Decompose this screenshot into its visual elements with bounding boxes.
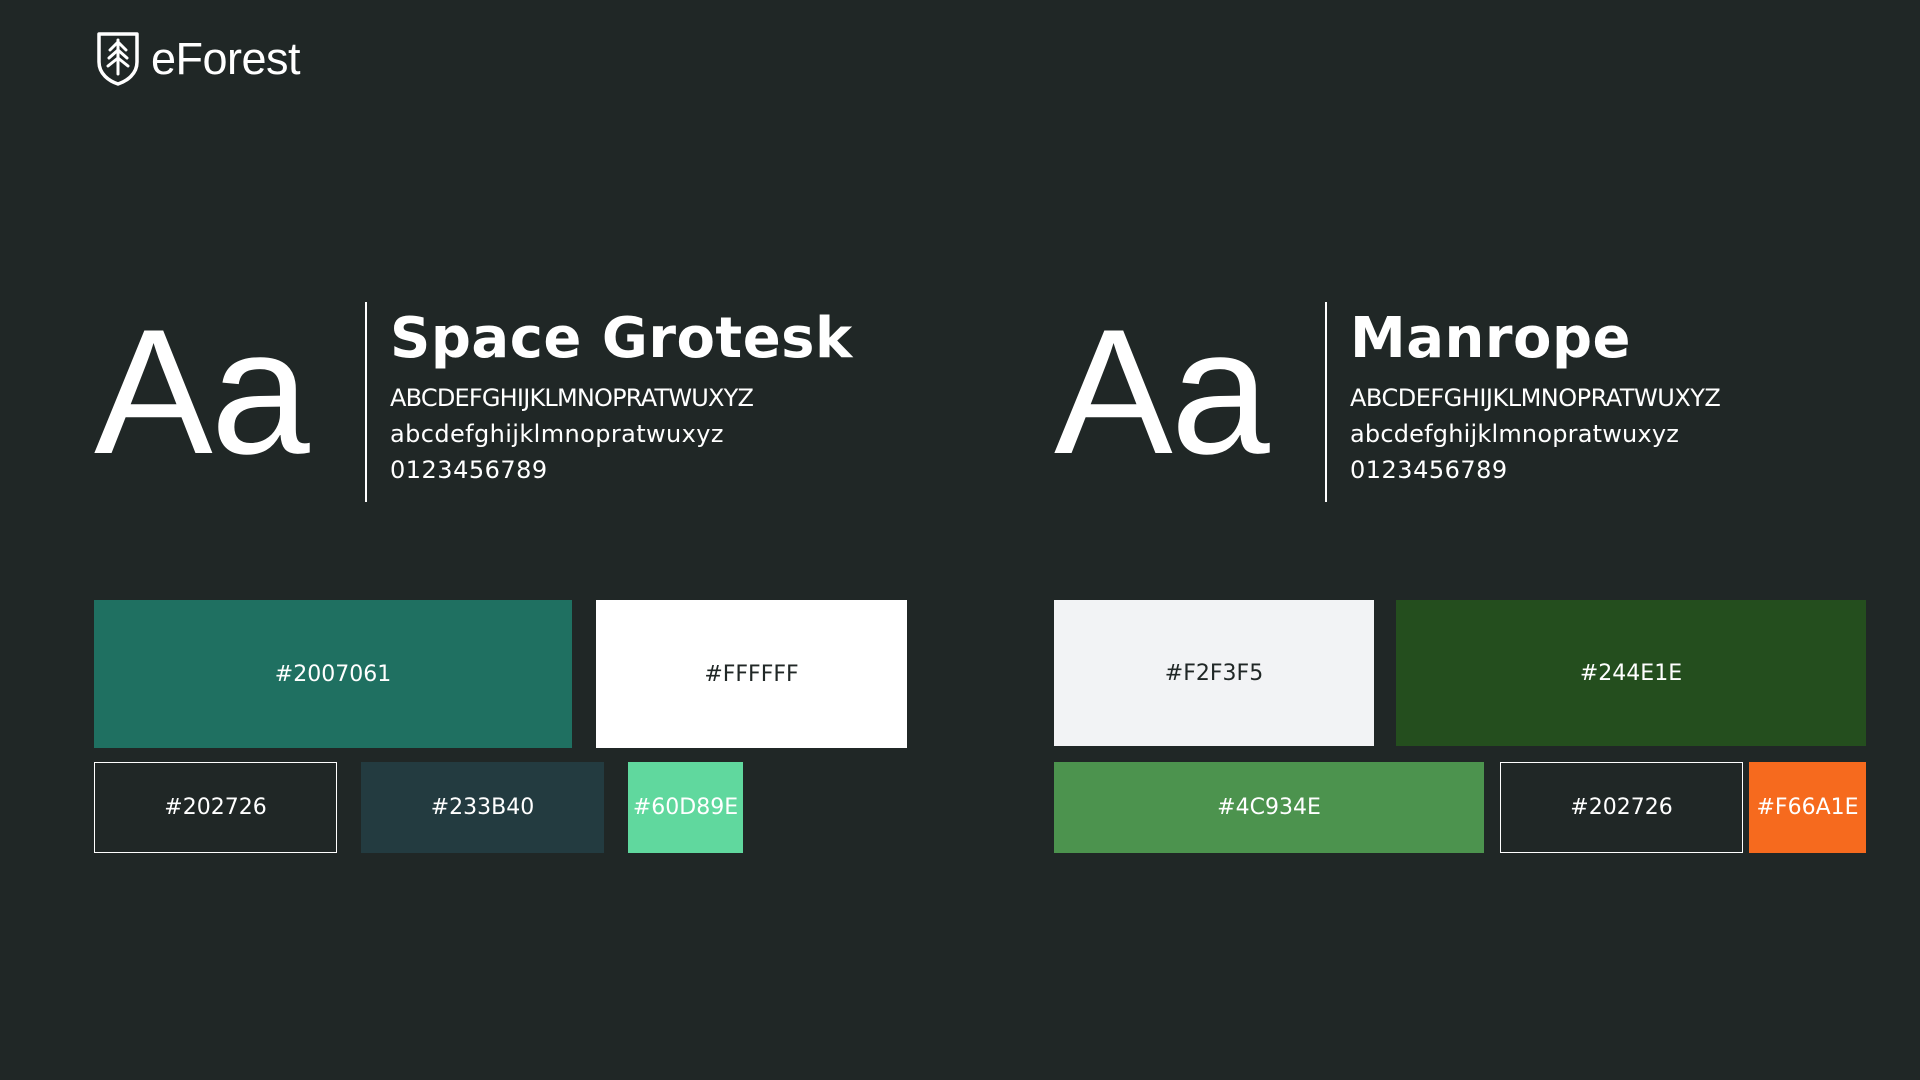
font-name: Space Grotesk	[390, 306, 853, 371]
brand-name: eForest	[151, 33, 301, 84]
color-swatch-orange: #F66A1E	[1749, 762, 1866, 853]
font-uppercase-sample: ABCDEFGHIJKLMNOPRATWUXYZ	[390, 384, 754, 412]
color-swatch-leaf-green: #4C934E	[1054, 762, 1484, 853]
swatch-label: #2007061	[274, 661, 392, 687]
swatch-label: #F2F3F5	[1164, 660, 1264, 686]
color-swatch-light-gray: #F2F3F5	[1054, 600, 1374, 746]
shield-tree-icon	[97, 32, 139, 86]
font-sample-glyphs: Aa	[1054, 292, 1270, 491]
font-info: Manrope ABCDEFGHIJKLMNOPRATWUXYZ abcdefg…	[1350, 298, 1910, 488]
swatch-label: #60D89E	[632, 795, 739, 820]
font-info: Space Grotesk ABCDEFGHIJKLMNOPRATWUXYZ a…	[390, 298, 950, 488]
swatch-label: #FFFFFF	[704, 661, 799, 687]
font-lowercase-sample: abcdefghijklmnopratwuxyz	[390, 420, 724, 448]
color-swatch-forest-green: #244E1E	[1396, 600, 1866, 746]
color-swatch-mint: #60D89E	[628, 762, 743, 853]
font-uppercase-sample: ABCDEFGHIJKLMNOPRATWUXYZ	[1350, 384, 1721, 412]
font-lowercase-sample: abcdefghijklmnopratwuxyz	[1350, 420, 1680, 448]
font-name: Manrope	[1350, 306, 1632, 371]
swatch-label: #202726	[1570, 795, 1673, 820]
color-swatch-white: #FFFFFF	[596, 600, 907, 748]
font-sample-glyphs: Aa	[94, 292, 310, 491]
swatch-label: #4C934E	[1217, 795, 1321, 820]
font-digits-sample: 0123456789	[390, 456, 548, 484]
divider	[1325, 302, 1327, 502]
divider	[365, 302, 367, 502]
font-digits-sample: 0123456789	[1350, 456, 1508, 484]
swatch-label: #244E1E	[1579, 660, 1683, 686]
color-swatch-charcoal: #202726	[94, 762, 337, 853]
swatch-label: #202726	[164, 795, 267, 820]
brand-logo: eForest	[96, 32, 301, 86]
color-swatch-slate: #233B40	[361, 762, 604, 853]
color-swatch-charcoal: #202726	[1500, 762, 1743, 853]
swatch-label: #F66A1E	[1756, 795, 1859, 820]
swatch-label: #233B40	[430, 795, 535, 820]
color-swatch-teal: #2007061	[94, 600, 572, 748]
